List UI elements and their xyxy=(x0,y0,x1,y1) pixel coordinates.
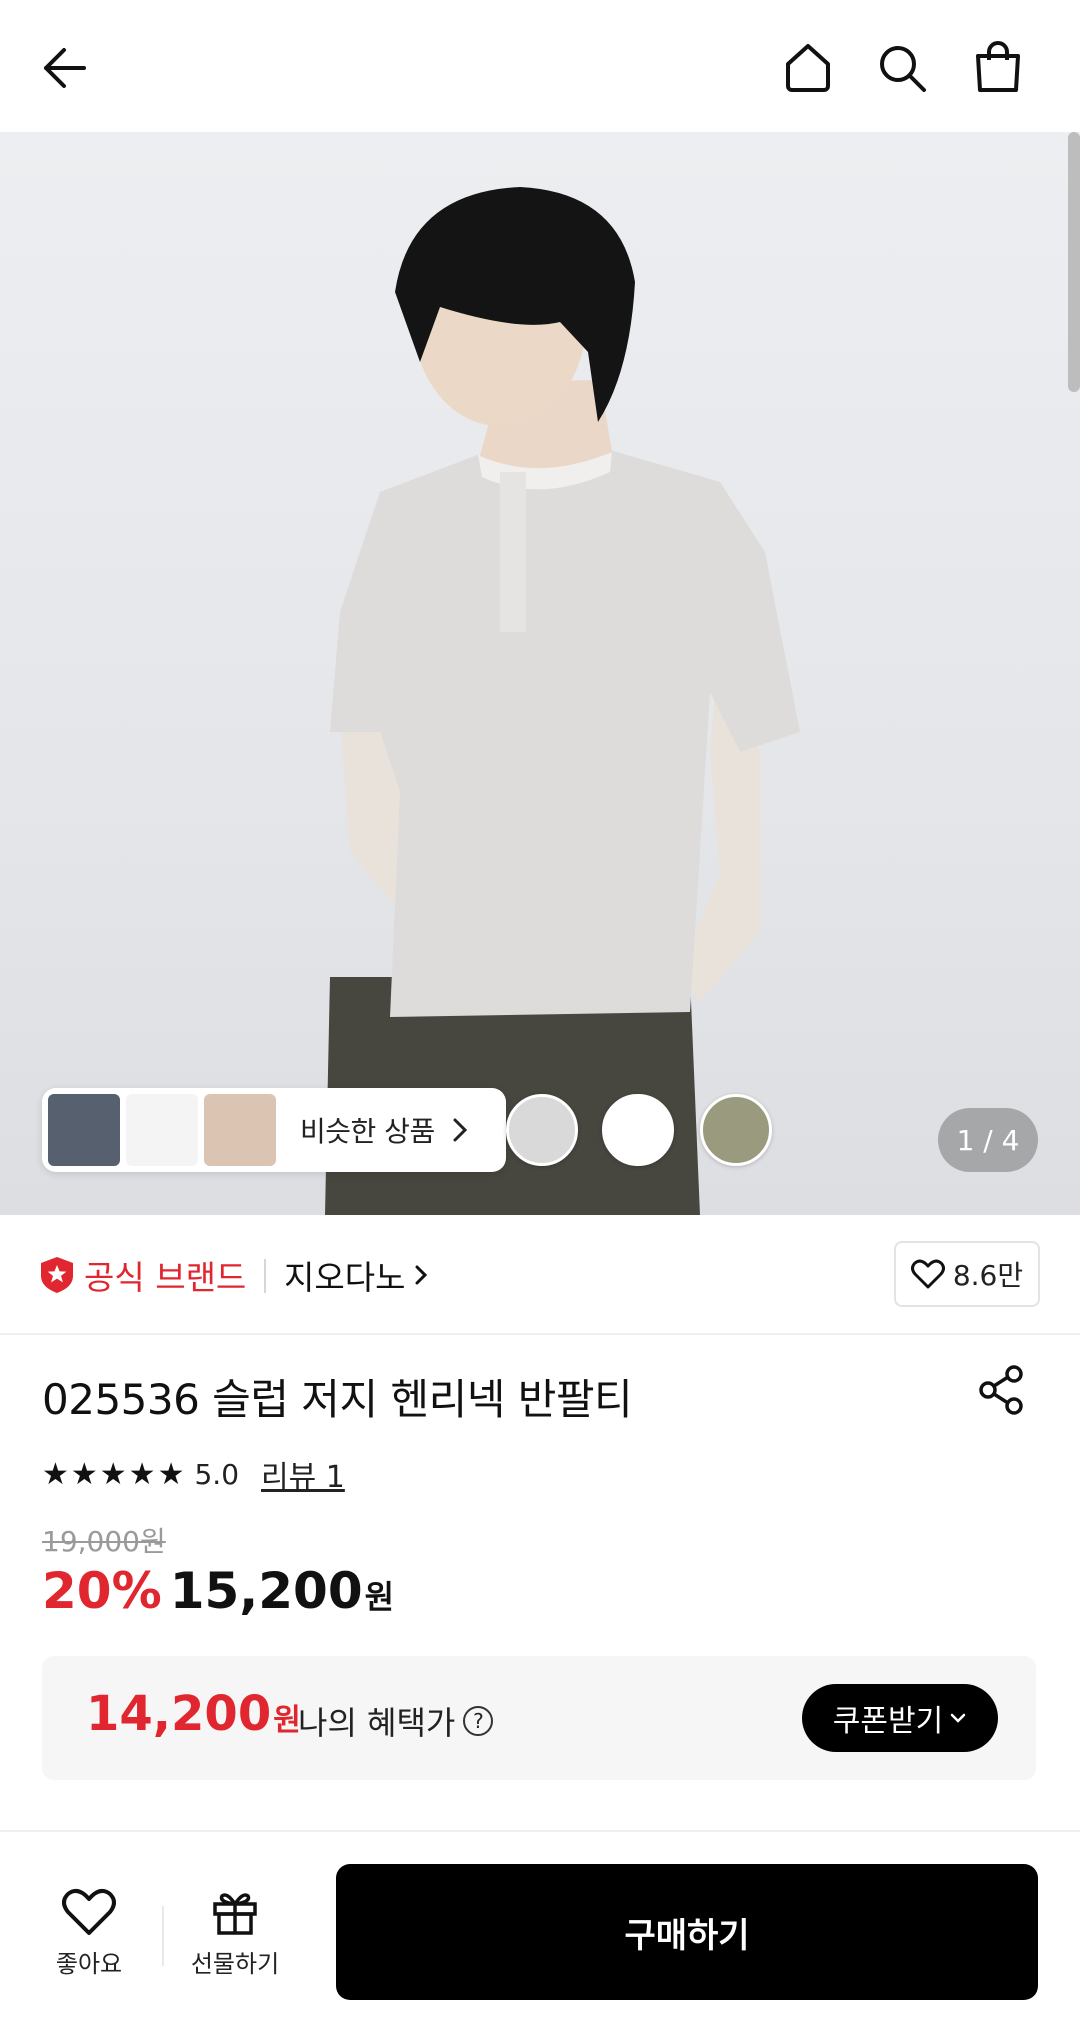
like-button[interactable]: 좋아요 xyxy=(34,1888,144,1979)
gift-icon xyxy=(213,1893,257,1935)
similar-thumb-navy xyxy=(48,1094,120,1166)
brand-link[interactable]: 지오다노 xyxy=(284,1251,429,1299)
official-brand-badge: 공식 브랜드 xyxy=(40,1251,246,1299)
original-price: 19,000원 xyxy=(42,1525,166,1558)
share-icon[interactable] xyxy=(976,1364,1028,1420)
brand-name: 지오다노 xyxy=(284,1258,406,1297)
color-swatch-white[interactable] xyxy=(602,1094,674,1166)
buy-label: 구매하기 xyxy=(624,1915,750,1956)
buy-button[interactable]: 구매하기 xyxy=(336,1864,1038,2000)
price-row: 20% 15,200 원 xyxy=(42,1562,394,1620)
benefit-label: 나의 혜택가 xyxy=(298,1704,456,1742)
similar-thumb-beige xyxy=(204,1094,276,1166)
chevron-down-icon xyxy=(950,1713,966,1723)
gift-label: 선물하기 xyxy=(190,1950,280,1978)
similar-products-button[interactable]: 비슷한 상품 xyxy=(42,1088,506,1172)
like-count: 8.6만 xyxy=(952,1259,1024,1292)
help-icon[interactable]: ? xyxy=(463,1706,494,1736)
image-counter: 1 / 4 xyxy=(938,1108,1038,1172)
chevron-right-icon xyxy=(453,1118,467,1142)
heart-icon xyxy=(910,1259,945,1289)
benefit-label-group[interactable]: 나의 혜택가 ? xyxy=(298,1698,494,1744)
benefit-box: 14,200 원 나의 혜택가 ? 쿠폰받기 xyxy=(42,1656,1036,1780)
coupon-label: 쿠폰받기 xyxy=(832,1704,944,1739)
shopping-bag-icon[interactable] xyxy=(970,38,1026,96)
heart-icon xyxy=(62,1888,116,1935)
divider xyxy=(162,1906,164,1966)
color-swatch-gray[interactable] xyxy=(506,1094,578,1166)
product-image[interactable] xyxy=(0,132,1080,1215)
currency-unit: 원 xyxy=(273,1703,301,1738)
sale-price: 15,200 xyxy=(169,1562,363,1620)
currency-unit: 원 xyxy=(364,1578,395,1616)
color-swatch-khaki[interactable] xyxy=(700,1094,772,1166)
bottom-action-bar: 좋아요 선물하기 구매하기 xyxy=(0,1832,1080,2032)
product-title: 025536 슬럽 저지 헨리넥 반팔티 xyxy=(42,1375,633,1424)
similar-thumb-white xyxy=(126,1094,198,1166)
benefit-price-value: 14,200 xyxy=(86,1686,272,1742)
official-shield-icon xyxy=(41,1257,73,1293)
benefit-price: 14,200 원 xyxy=(86,1686,301,1742)
model-photo xyxy=(325,187,800,1215)
top-bar xyxy=(0,0,1080,132)
search-icon[interactable] xyxy=(874,40,930,96)
star-rating-icon: ★★★★★ xyxy=(42,1456,187,1492)
chevron-right-icon xyxy=(415,1265,428,1285)
coupon-button[interactable]: 쿠폰받기 xyxy=(802,1684,998,1752)
brand-like-button[interactable]: 8.6만 xyxy=(894,1241,1040,1307)
gift-button[interactable]: 선물하기 xyxy=(180,1888,290,1979)
back-arrow-icon[interactable] xyxy=(34,40,94,96)
like-label: 좋아요 xyxy=(55,1950,123,1978)
rating-score: 5.0 xyxy=(194,1457,240,1491)
discount-rate: 20% xyxy=(42,1562,162,1620)
review-link[interactable]: 리뷰 1 xyxy=(261,1452,345,1496)
brand-row: 공식 브랜드 지오다노 8.6만 xyxy=(0,1215,1080,1335)
similar-products-label: 비슷한 상품 xyxy=(300,1115,435,1148)
scrollbar[interactable] xyxy=(1068,132,1080,392)
official-brand-label: 공식 브랜드 xyxy=(84,1258,247,1297)
divider xyxy=(264,1259,266,1293)
home-icon[interactable] xyxy=(780,40,836,96)
rating-row: ★★★★★ 5.0 리뷰 1 xyxy=(42,1452,345,1496)
